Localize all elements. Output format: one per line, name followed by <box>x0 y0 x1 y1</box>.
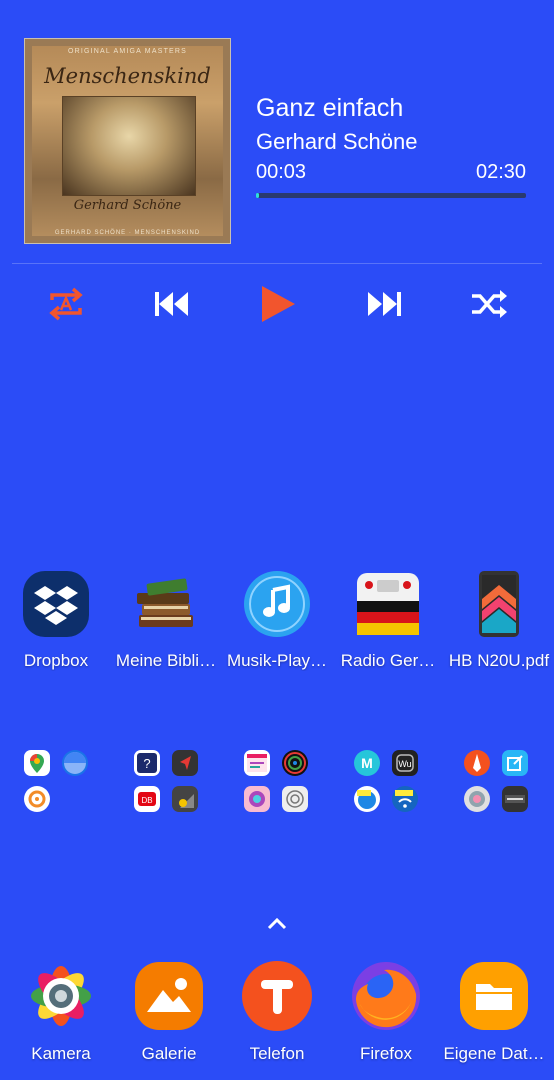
camera-icon <box>25 960 97 1032</box>
red-navigation-icon <box>172 750 198 776</box>
gallery-icon <box>133 960 205 1032</box>
dock-label: Kamera <box>31 1044 91 1063</box>
progress-fill <box>256 193 259 198</box>
total-time: 02:30 <box>476 161 527 183</box>
chevron-up-icon <box>267 917 287 930</box>
dock-label: Galerie <box>141 1044 197 1063</box>
calendar-app-icon <box>244 750 270 776</box>
svg-text:M: M <box>361 755 373 771</box>
app-radio-germany[interactable]: Radio Ger… <box>333 571 443 671</box>
dock-galerie[interactable]: Galerie <box>114 960 224 1064</box>
radio-germany-icon <box>355 571 421 637</box>
dropbox-icon <box>23 571 89 637</box>
books-icon <box>133 571 199 637</box>
album-artist: Gerhard Schöne <box>73 198 182 213</box>
artist-name: Gerhard Schöne <box>256 129 418 154</box>
coloring-icon <box>244 786 270 812</box>
previous-button[interactable] <box>148 280 196 328</box>
app-label: Radio Ger… <box>340 651 436 670</box>
album-title: Menschenskind <box>44 64 211 88</box>
elapsed-time: 00:03 <box>256 161 307 183</box>
folder-utilities[interactable] <box>456 748 536 820</box>
app-musik-player[interactable]: Musik-Play… <box>222 571 332 671</box>
app-label: Meine Bibli… <box>115 651 217 670</box>
repeat-button[interactable] <box>42 280 90 328</box>
sketch-icon <box>282 786 308 812</box>
app-drawer-handle[interactable] <box>265 916 289 932</box>
album-art: ORIGINAL AMIGA MASTERS Menschenskind Ger… <box>32 46 223 236</box>
play-button[interactable] <box>254 280 302 328</box>
cyan-m-icon: M <box>354 750 380 776</box>
song-title: Ganz einfach <box>256 94 404 122</box>
dock-label: Telefon <box>249 1044 305 1063</box>
album-cover[interactable]: ORIGINAL AMIGA MASTERS Menschenskind Ger… <box>24 38 231 244</box>
panasonic-icon <box>502 786 528 812</box>
db-info-icon: ? <box>134 750 160 776</box>
lens-icon <box>464 786 490 812</box>
dock-label: Firefox <box>360 1044 412 1063</box>
folder-tools[interactable]: M Wu <box>346 748 426 820</box>
shuffle-button[interactable] <box>465 280 513 328</box>
app-label: Dropbox <box>23 651 89 670</box>
mandala-icon <box>282 750 308 776</box>
firefox-icon <box>350 960 422 1032</box>
svg-text:DB: DB <box>141 796 152 805</box>
db-navigator-icon: DB <box>134 786 160 812</box>
pdf-phone-icon <box>466 571 532 637</box>
dock-telefon[interactable]: Telefon <box>222 960 332 1064</box>
album-top-text: ORIGINAL AMIGA MASTERS <box>67 48 188 55</box>
folder-maps[interactable] <box>16 748 96 820</box>
album-bottom-text: GERHARD SCHÖNE · MENSCHENSKIND <box>54 230 201 236</box>
pencil-app-icon <box>464 750 490 776</box>
dock-firefox[interactable]: Firefox <box>331 960 441 1064</box>
svg-text:?: ? <box>143 756 150 771</box>
skip-next-icon <box>368 292 401 316</box>
folder-creative[interactable] <box>236 748 316 820</box>
wifi-app-icon <box>354 786 380 812</box>
app-meine-bibliothek[interactable]: Meine Bibli… <box>111 571 221 671</box>
google-earth-icon <box>62 750 88 776</box>
app-hb-n20u-pdf[interactable]: HB N20U.pdf <box>444 571 554 671</box>
divider <box>12 263 542 264</box>
dock-kamera[interactable]: Kamera <box>6 960 116 1064</box>
svg-text:Wu: Wu <box>398 759 411 769</box>
app-dropbox[interactable]: Dropbox <box>1 571 111 671</box>
next-button[interactable] <box>360 280 408 328</box>
telefon-icon <box>241 960 313 1032</box>
folder-icon <box>458 960 530 1032</box>
shuffle-icon <box>472 290 507 318</box>
app-label: HB N20U.pdf <box>448 651 550 670</box>
folder-travel[interactable]: ? DB <box>126 748 206 820</box>
play-icon <box>262 286 295 322</box>
app-label: Musik-Play… <box>226 651 328 670</box>
progress-bar[interactable] <box>256 193 526 198</box>
wu-icon: Wu <box>392 750 418 776</box>
google-maps-icon <box>24 750 50 776</box>
music-note-icon <box>244 571 310 637</box>
dock-label: Eigene Dat… <box>443 1044 545 1063</box>
edit-share-icon <box>502 750 528 776</box>
album-photo <box>62 96 196 196</box>
night-mode-icon <box>172 786 198 812</box>
dock-eigene-dateien[interactable]: Eigene Dat… <box>439 960 549 1064</box>
skip-previous-icon <box>155 292 188 316</box>
orange-location-icon <box>24 786 50 812</box>
wifi-signal-icon <box>392 786 418 812</box>
repeat-icon <box>49 287 83 321</box>
